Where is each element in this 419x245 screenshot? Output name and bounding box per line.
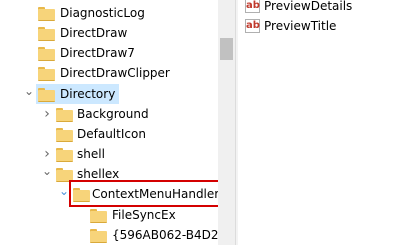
tree-item-label: Background (77, 107, 149, 121)
folder-icon (38, 47, 55, 61)
registry-key-tree: DiagnosticLog DirectDraw DirectDraw7 Dir… (0, 0, 218, 245)
folder-icon (90, 229, 107, 243)
folder-icon (38, 27, 55, 41)
value-name: PreviewTitle (264, 19, 337, 33)
tree-item-label: FileSyncEx (112, 208, 176, 222)
tree-item-label: Directory (60, 87, 116, 101)
chevron-down-icon[interactable] (59, 184, 69, 204)
tree-item-label: shell (77, 147, 105, 161)
tree-item-label: DefaultIcon (77, 127, 146, 141)
pane-splitter[interactable] (235, 0, 238, 245)
value-row-previewdetails[interactable]: ab PreviewDetails (245, 0, 419, 16)
folder-icon (56, 148, 73, 162)
tree-item-guid[interactable]: {596AB062-B4D2-4 (0, 225, 218, 245)
folder-icon (38, 88, 55, 102)
tree-item-diagnosticlog[interactable]: DiagnosticLog (0, 3, 218, 23)
tree-item-shell[interactable]: shell (0, 144, 218, 164)
folder-icon (56, 108, 73, 122)
tree-item-label: DirectDrawClipper (60, 66, 170, 80)
tree-item-directory[interactable]: Directory (0, 84, 218, 104)
chevron-down-icon[interactable] (24, 84, 34, 104)
tree-item-directdraw7[interactable]: DirectDraw7 (0, 43, 218, 63)
tree-item-label: {596AB062-B4D2-4 (112, 228, 218, 242)
string-value-icon: ab (245, 0, 260, 13)
chevron-down-icon[interactable] (42, 164, 52, 184)
tree-scrollbar-thumb[interactable] (220, 38, 233, 60)
folder-icon (38, 67, 55, 81)
tree-item-directdraw[interactable]: DirectDraw (0, 23, 218, 43)
tree-item-filesyncex[interactable]: FileSyncEx (0, 205, 218, 225)
tree-item-background[interactable]: Background (0, 104, 218, 124)
value-name: PreviewDetails (264, 0, 353, 13)
annotation-highlight-box (69, 180, 227, 207)
value-row-previewtitle[interactable]: ab PreviewTitle (245, 16, 419, 36)
folder-icon (90, 209, 107, 223)
tree-item-directdrawclipper[interactable]: DirectDrawClipper (0, 63, 218, 83)
chevron-right-icon[interactable] (42, 104, 52, 124)
string-value-icon: ab (245, 19, 260, 33)
tree-item-label: DirectDraw7 (60, 46, 135, 60)
folder-icon (56, 128, 73, 142)
tree-item-label: DiagnosticLog (60, 6, 145, 20)
tree-scrollbar[interactable] (218, 0, 235, 245)
chevron-right-icon[interactable] (42, 144, 52, 164)
tree-item-defaulticon[interactable]: DefaultIcon (0, 124, 218, 144)
folder-icon (38, 7, 55, 21)
registry-editor-view: DiagnosticLog DirectDraw DirectDraw7 Dir… (0, 0, 419, 245)
tree-item-label: DirectDraw (60, 26, 128, 40)
